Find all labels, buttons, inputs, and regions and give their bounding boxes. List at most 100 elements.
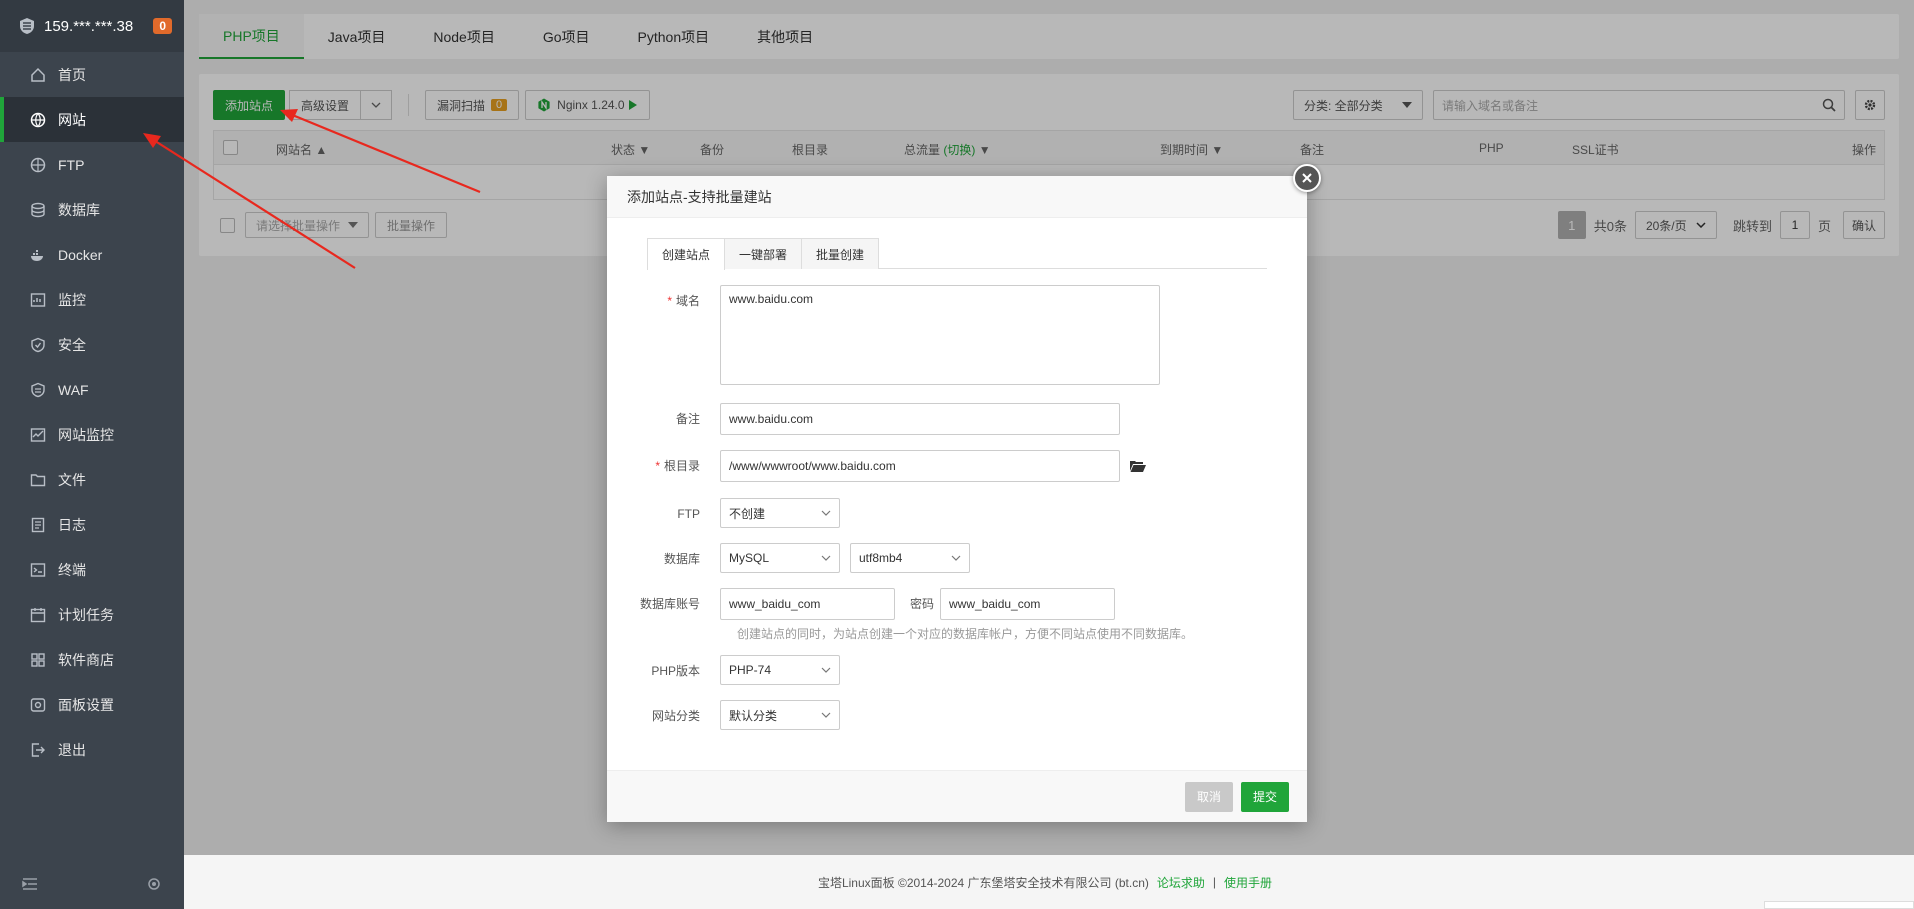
remark-label: 备注 [675, 412, 700, 426]
sidebar-item[interactable]: 数据库 [0, 187, 184, 232]
sidebar-item-label: 数据库 [58, 201, 100, 218]
batch-checkbox[interactable] [220, 217, 235, 233]
terminal-icon [30, 562, 46, 577]
add-site-button[interactable]: 添加站点 [213, 90, 286, 120]
sidebar-item-label: 退出 [58, 741, 86, 758]
project-tab[interactable]: Python项目 [614, 14, 734, 59]
sidebar-item[interactable]: 软件商店 [0, 637, 184, 682]
db-password-input[interactable]: www_baidu_com [940, 588, 1116, 620]
advanced-settings-button[interactable]: 高级设置 [289, 90, 362, 120]
sidebar-item[interactable]: 日志 [0, 502, 184, 547]
table-settings-button[interactable] [1855, 90, 1885, 120]
db-account-label: 数据库账号 [639, 597, 700, 611]
db-charset-select[interactable]: utf8mb4 [850, 543, 970, 573]
nginx-button[interactable]: Nginx 1.24.0 [525, 90, 650, 120]
close-icon [1302, 173, 1312, 183]
advanced-dropdown-button[interactable] [361, 90, 393, 120]
vuln-scan-button[interactable]: 漏洞扫描 0 [425, 90, 520, 120]
goto-confirm-button[interactable]: 确认 [1842, 211, 1885, 239]
col-site-name[interactable]: 网站名 ▲ [276, 141, 327, 158]
col-status[interactable]: 状态 ▼ [611, 141, 650, 158]
manual-link[interactable]: 使用手册 [1224, 874, 1272, 891]
ftp-icon [30, 157, 46, 172]
site-category-select[interactable]: 默认分类 [720, 700, 840, 730]
close-button[interactable] [1293, 164, 1321, 192]
sidebar-item[interactable]: Docker [0, 232, 184, 277]
col-backup: 备份 [700, 143, 725, 157]
collapse-menu-icon[interactable] [22, 877, 38, 891]
gear-icon[interactable] [146, 876, 162, 892]
sidebar-item-label: 软件商店 [58, 651, 114, 668]
col-expire[interactable]: 到期时间 ▼ [1160, 141, 1223, 158]
project-tab[interactable]: PHP项目 [199, 14, 304, 59]
forum-link[interactable]: 论坛求助 [1157, 874, 1205, 891]
vuln-scan-label: 漏洞扫描 [437, 98, 486, 113]
sidebar-item[interactable]: 计划任务 [0, 592, 184, 637]
batch-select[interactable]: 请选择批量操作 [245, 212, 369, 238]
remark-input[interactable]: www.baidu.com [720, 403, 1120, 435]
col-traffic[interactable]: 总流量 (切换) ▼ [904, 141, 991, 158]
project-tab[interactable]: 其他项目 [733, 14, 837, 59]
domain-label: * 域名 [667, 294, 700, 308]
batch-action-button[interactable]: 批量操作 [375, 212, 448, 238]
tab-batch-create[interactable]: 批量创建 [801, 238, 880, 269]
category-select[interactable]: 分类: 全部分类 [1293, 90, 1423, 120]
server-header[interactable]: 159.***.***.38 0 [0, 0, 184, 52]
sidebar-item[interactable]: 网站监控 [0, 412, 184, 457]
sidebar-item[interactable]: 监控 [0, 277, 184, 322]
per-page-select[interactable]: 20条/页 [1634, 211, 1717, 239]
project-tab[interactable]: Go项目 [519, 14, 614, 59]
tab-create-site[interactable]: 创建站点 [647, 238, 726, 270]
sidebar-item[interactable]: 终端 [0, 547, 184, 592]
project-tab[interactable]: Node项目 [409, 14, 518, 59]
notification-badge[interactable]: 0 [153, 18, 172, 34]
project-tab[interactable]: Java项目 [304, 14, 410, 59]
sidebar-item[interactable]: 网站 [0, 97, 184, 142]
php-version-select[interactable]: PHP-74 [720, 655, 840, 685]
col-traffic-label: 总流量 [904, 143, 941, 157]
traffic-toggle-link[interactable]: (切换) [943, 143, 975, 157]
sidebar-item[interactable]: 安全 [0, 322, 184, 367]
cron-icon [30, 607, 46, 622]
root-dir-input[interactable]: /www/wwwroot/www.baidu.com [720, 450, 1120, 482]
sidebar-item[interactable]: WAF [0, 367, 184, 412]
select-all-checkbox[interactable] [223, 140, 238, 155]
db-user-input[interactable]: www_baidu_com [720, 588, 895, 620]
submit-button[interactable]: 提交 [1240, 781, 1289, 812]
sidebar-item-label: 日志 [58, 516, 86, 533]
pagination: 1 共0条 20条/页 跳转到 1 页 确认 [1557, 210, 1885, 240]
database-label: 数据库 [663, 552, 700, 566]
caret-down-icon [1402, 102, 1412, 108]
cancel-button[interactable]: 取消 [1184, 781, 1233, 812]
goto-page-input[interactable]: 1 [1779, 211, 1810, 239]
ftp-select[interactable]: 不创建 [720, 498, 840, 528]
page-unit: 页 [1817, 218, 1831, 234]
site-toolbar: 添加站点 高级设置 漏洞扫描 0 Nginx 1.24.0 分类: 全部分类 请… [213, 90, 1885, 120]
sidebar-item[interactable]: 面板设置 [0, 682, 184, 727]
sidebar-item[interactable]: 文件 [0, 457, 184, 502]
search-icon[interactable] [1822, 98, 1836, 112]
dialog-title: 添加站点-支持批量建站 [607, 176, 1307, 218]
page-current[interactable]: 1 [1557, 211, 1586, 239]
page-footer: 宝塔Linux面板 ©2014-2024 广东堡塔安全技术有限公司 (bt.cn… [184, 855, 1914, 909]
add-site-dialog: 添加站点-支持批量建站 创建站点 一键部署 批量创建 * 域名 www.baidu… [607, 164, 1321, 822]
batch-controls: 请选择批量操作 批量操作 [220, 210, 448, 240]
sidebar-item-label: FTP [58, 156, 85, 173]
domain-textarea[interactable]: www.baidu.com [720, 285, 1160, 385]
sidebar-item-label: 首页 [58, 66, 86, 83]
search-input[interactable]: 请输入域名或备注 [1433, 90, 1845, 120]
folder-open-icon[interactable] [1130, 460, 1146, 472]
logout-icon [31, 742, 45, 757]
tab-one-click-deploy[interactable]: 一键部署 [724, 238, 803, 269]
php-version-label: PHP版本 [651, 664, 700, 678]
sidebar-item[interactable]: 退出 [0, 727, 184, 772]
nginx-version: Nginx 1.24.0 [557, 98, 625, 112]
toolbar-divider [408, 94, 410, 116]
sidebar-item[interactable]: 首页 [0, 52, 184, 97]
sidebar-item[interactable]: FTP [0, 142, 184, 187]
col-expire-label: 到期时间 [1160, 143, 1209, 157]
root-dir-label: * 根目录 [655, 459, 700, 473]
db-type-select[interactable]: MySQL [720, 543, 840, 573]
ftp-label: FTP [677, 507, 700, 521]
col-remark: 备注 [1300, 143, 1325, 157]
